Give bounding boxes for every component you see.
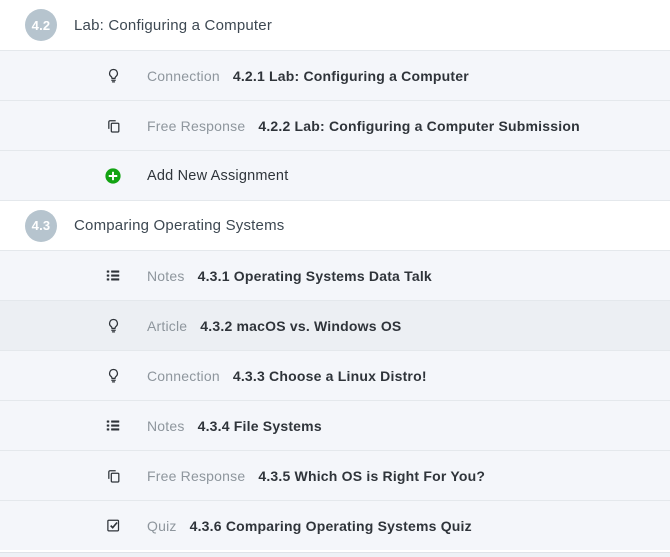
assignment-type-label: Free Response: [147, 468, 245, 484]
copy-icon: [103, 466, 123, 486]
assignment-type-label: Connection: [147, 68, 220, 84]
assignment-title-link[interactable]: 4.2.2 Lab: Configuring a Computer Submis…: [258, 118, 580, 134]
assignment-type-label: Quiz: [147, 518, 177, 534]
lightbulb-icon: [103, 66, 123, 86]
section-title: Comparing Operating Systems: [74, 217, 285, 234]
assignment-row[interactable]: Connection 4.2.1 Lab: Configuring a Comp…: [0, 50, 670, 100]
list-icon: [103, 416, 123, 436]
section-header[interactable]: 4.3 Comparing Operating Systems: [0, 200, 670, 250]
lightbulb-icon: [103, 316, 123, 336]
section-header[interactable]: 4.2 Lab: Configuring a Computer: [0, 0, 670, 50]
assignment-row[interactable]: Article 4.3.2 macOS vs. Windows OS: [0, 300, 670, 350]
section-badge: 4.3: [25, 210, 57, 242]
assignment-title-link[interactable]: 4.3.4 File Systems: [198, 418, 322, 434]
add-new-assignment-label: Add New Assignment: [147, 168, 288, 184]
assignment-row[interactable]: Free Response 4.3.5 Which OS is Right Fo…: [0, 450, 670, 500]
assignment-row[interactable]: Notes 4.3.4 File Systems: [0, 400, 670, 450]
assignment-row[interactable]: Quiz 4.3.6 Comparing Operating Systems Q…: [0, 500, 670, 550]
checkbox-icon: [103, 516, 123, 536]
list-icon: [103, 266, 123, 286]
section-title: Lab: Configuring a Computer: [74, 17, 272, 34]
lightbulb-icon: [103, 366, 123, 386]
syllabus-assignment-list: 4.2 Lab: Configuring a Computer Connecti…: [0, 0, 670, 557]
next-section-peek: [0, 552, 670, 557]
assignment-title-link[interactable]: 4.2.1 Lab: Configuring a Computer: [233, 68, 469, 84]
assignment-title-link[interactable]: 4.3.2 macOS vs. Windows OS: [200, 318, 401, 334]
assignment-row[interactable]: Free Response 4.2.2 Lab: Configuring a C…: [0, 100, 670, 150]
assignment-type-label: Article: [147, 318, 187, 334]
assignment-title-link[interactable]: 4.3.1 Operating Systems Data Talk: [198, 268, 432, 284]
assignment-title-link[interactable]: 4.3.5 Which OS is Right For You?: [258, 468, 485, 484]
assignment-type-label: Connection: [147, 368, 220, 384]
section-badge: 4.2: [25, 9, 57, 41]
assignment-type-label: Notes: [147, 268, 185, 284]
assignment-type-label: Notes: [147, 418, 185, 434]
assignment-type-label: Free Response: [147, 118, 245, 134]
add-new-assignment-button[interactable]: Add New Assignment: [0, 150, 670, 200]
copy-icon: [103, 116, 123, 136]
assignment-row[interactable]: Notes 4.3.1 Operating Systems Data Talk: [0, 250, 670, 300]
assignment-row[interactable]: Connection 4.3.3 Choose a Linux Distro!: [0, 350, 670, 400]
assignment-title-link[interactable]: 4.3.3 Choose a Linux Distro!: [233, 368, 427, 384]
assignment-title-link[interactable]: 4.3.6 Comparing Operating Systems Quiz: [190, 518, 472, 534]
plus-circle-icon: [103, 166, 123, 186]
